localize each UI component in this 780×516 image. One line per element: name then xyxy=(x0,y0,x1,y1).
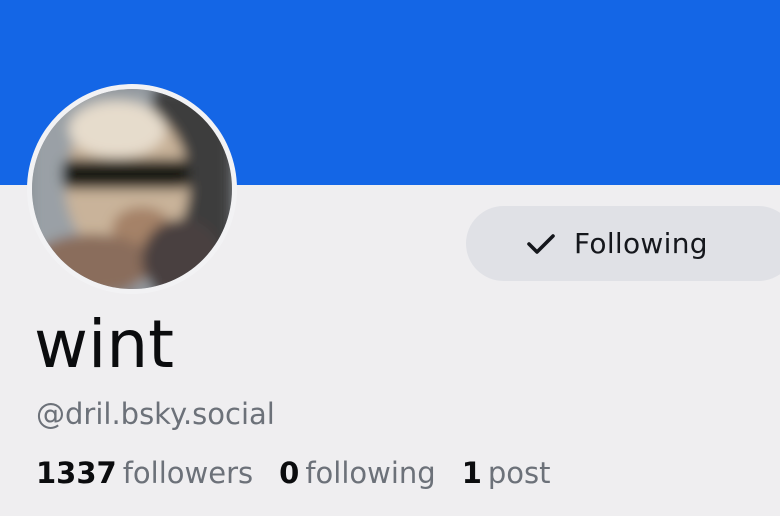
avatar[interactable] xyxy=(27,84,237,294)
followers-label: followers xyxy=(122,456,254,490)
following-label: following xyxy=(305,456,436,490)
avatar-photo xyxy=(32,89,232,289)
profile-stats: 1337 followers 0 following 1 post xyxy=(36,456,551,490)
checkmark-icon xyxy=(526,232,556,256)
posts-label: post xyxy=(487,456,551,490)
user-handle: @dril.bsky.social xyxy=(36,397,275,431)
posts-stat: 1 post xyxy=(462,456,551,490)
profile-page: Following wint @dril.bsky.social 1337 fol… xyxy=(0,0,780,516)
following-stat[interactable]: 0 following xyxy=(279,456,436,490)
following-button-label: Following xyxy=(574,227,708,260)
display-name: wint xyxy=(34,306,175,383)
following-count: 0 xyxy=(279,456,300,490)
followers-stat[interactable]: 1337 followers xyxy=(36,456,253,490)
posts-count: 1 xyxy=(461,456,482,490)
following-button[interactable]: Following xyxy=(466,206,780,281)
followers-count: 1337 xyxy=(36,456,117,490)
